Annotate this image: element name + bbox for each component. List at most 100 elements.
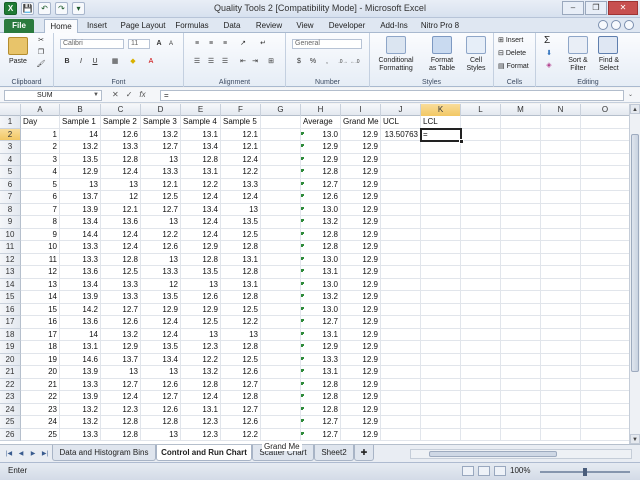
name-box[interactable]: SUM ▼ (4, 90, 102, 101)
cell-m21[interactable] (501, 366, 541, 379)
minimize-ribbon-icon[interactable] (598, 20, 608, 30)
average-cell[interactable]: 13.1 (301, 266, 341, 279)
sample-cell[interactable]: 13.5 (60, 153, 101, 166)
cell-l17[interactable] (461, 316, 501, 329)
sample-cell[interactable]: 13.3 (60, 253, 101, 266)
cell-m7[interactable] (501, 191, 541, 204)
sample-cell[interactable]: 14.6 (60, 353, 101, 366)
row-header[interactable]: 22 (0, 378, 21, 391)
sample-cell[interactable]: 12.9 (141, 303, 181, 316)
header-cell[interactable]: UCL (381, 116, 421, 129)
sample-cell[interactable]: 12.6 (221, 366, 261, 379)
cell-o8[interactable] (581, 203, 630, 216)
column-header-f[interactable]: F (221, 104, 261, 116)
decrease-indent-icon[interactable]: ⇤ (238, 57, 248, 67)
sample-cell[interactable]: 13.4 (141, 353, 181, 366)
underline-button[interactable]: U (90, 57, 100, 67)
grand-mean-cell[interactable]: 12.9 (341, 141, 381, 154)
average-cell[interactable]: 12.7 (301, 428, 341, 441)
row-header[interactable]: 18 (0, 328, 21, 341)
cell-m13[interactable] (501, 266, 541, 279)
sample-cell[interactable]: 13.1 (181, 403, 221, 416)
paste-button-label[interactable]: Paste (9, 58, 27, 65)
day-cell[interactable]: 22 (21, 391, 60, 404)
cell-g24[interactable] (261, 403, 301, 416)
cell-g19[interactable] (261, 341, 301, 354)
grand-mean-cell[interactable]: 12.9 (341, 291, 381, 304)
increase-decimal-icon[interactable]: .0→ (338, 57, 348, 67)
sample-cell[interactable]: 14 (60, 128, 101, 141)
formula-error-indicator[interactable] (301, 306, 304, 310)
formula-error-indicator[interactable] (301, 356, 304, 360)
cell-m15[interactable] (501, 291, 541, 304)
row-header[interactable]: 16 (0, 303, 21, 316)
copy-icon[interactable]: ❐ (36, 48, 46, 58)
find-select-icon[interactable] (598, 36, 618, 54)
next-sheet-icon[interactable]: ▶ (28, 449, 38, 459)
cell-j21[interactable] (381, 366, 421, 379)
average-cell[interactable]: 12.9 (301, 341, 341, 354)
grand-mean-cell[interactable]: 12.9 (341, 166, 381, 179)
align-bottom-icon[interactable]: ≡ (220, 39, 230, 49)
formula-error-indicator[interactable] (301, 194, 304, 197)
day-cell[interactable]: 24 (21, 416, 60, 429)
sample-cell[interactable]: 13.9 (60, 366, 101, 379)
cell-k4[interactable] (421, 153, 461, 166)
page-break-view-icon[interactable] (494, 466, 506, 476)
cell-g6[interactable] (261, 178, 301, 191)
grand-mean-cell[interactable]: 12.9 (341, 328, 381, 341)
sample-cell[interactable]: 13.9 (60, 203, 101, 216)
sample-cell[interactable]: 13.2 (141, 128, 181, 141)
number-format-dropdown[interactable]: General (292, 39, 362, 49)
cell-g7[interactable] (261, 191, 301, 204)
grand-mean-cell[interactable]: 12.9 (341, 153, 381, 166)
cell-l11[interactable] (461, 241, 501, 254)
formula-error-indicator[interactable] (301, 419, 304, 422)
sample-cell[interactable]: 13.5 (181, 266, 221, 279)
comma-button[interactable]: , (322, 57, 332, 67)
font-name-dropdown[interactable]: Calibri (60, 39, 124, 49)
cell-m5[interactable] (501, 166, 541, 179)
sheet-tab-sheet2[interactable]: Sheet2 (314, 445, 354, 461)
grand-mean-cell[interactable]: 12.9 (341, 416, 381, 429)
cell-m3[interactable] (501, 141, 541, 154)
align-middle-icon[interactable]: ≡ (206, 39, 216, 49)
cell-j24[interactable] (381, 403, 421, 416)
cell-n10[interactable] (541, 228, 581, 241)
cell-l24[interactable] (461, 403, 501, 416)
format-as-table-label-2[interactable]: as Table (424, 65, 460, 72)
grand-mean-cell[interactable]: 12.9 (341, 366, 381, 379)
formula-error-indicator[interactable] (301, 331, 304, 335)
cell-o14[interactable] (581, 278, 630, 291)
orientation-icon[interactable]: ↗ (238, 39, 248, 49)
select-all-corner[interactable] (0, 104, 21, 116)
sample-cell[interactable]: 13.2 (101, 328, 141, 341)
day-cell[interactable]: 17 (21, 328, 60, 341)
cell-l13[interactable] (461, 266, 501, 279)
cell-m25[interactable] (501, 416, 541, 429)
average-cell[interactable]: 12.8 (301, 241, 341, 254)
formula-error-indicator[interactable] (301, 131, 304, 135)
cell-j26[interactable] (381, 428, 421, 441)
sample-cell[interactable]: 13.3 (101, 141, 141, 154)
cell-j7[interactable] (381, 191, 421, 204)
column-header-a[interactable]: A (21, 104, 60, 116)
sample-cell[interactable]: 13.7 (60, 191, 101, 204)
sample-cell[interactable]: 13 (181, 278, 221, 291)
row-header[interactable]: 7 (0, 191, 21, 204)
sample-cell[interactable]: 13.3 (60, 241, 101, 254)
cell-j10[interactable] (381, 228, 421, 241)
help-icon[interactable] (611, 20, 621, 30)
cell-g17[interactable] (261, 316, 301, 329)
row-header[interactable]: 13 (0, 266, 21, 279)
sample-cell[interactable]: 13.4 (60, 278, 101, 291)
cell-m9[interactable] (501, 216, 541, 229)
expand-formula-bar-icon[interactable]: ⌄ (628, 91, 636, 100)
cell-k5[interactable] (421, 166, 461, 179)
sample-cell[interactable]: 12.5 (101, 266, 141, 279)
cell-n24[interactable] (541, 403, 581, 416)
day-cell[interactable]: 10 (21, 241, 60, 254)
cell-o24[interactable] (581, 403, 630, 416)
cell-m19[interactable] (501, 341, 541, 354)
sample-cell[interactable]: 12.8 (141, 416, 181, 429)
